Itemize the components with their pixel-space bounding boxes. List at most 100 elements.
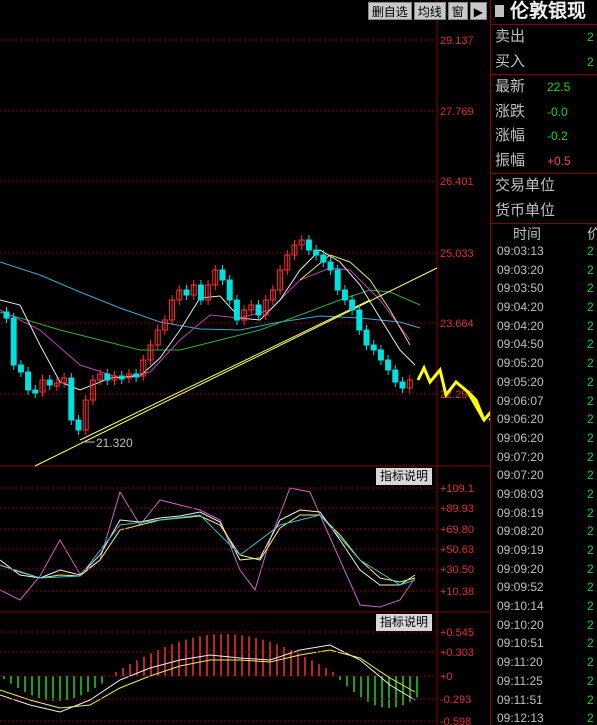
trade-time: 09:03:50 — [497, 281, 544, 296]
candle-body — [255, 304, 262, 316]
macd-histogram — [3, 634, 418, 708]
price-axis: 29.13727.76926.40125.03323.66422.296 — [440, 35, 474, 401]
trade-row[interactable]: 09:07:20 2 — [491, 450, 597, 469]
trade-time: 09:08:19 — [497, 505, 544, 520]
macd-tick: +0.545 — [440, 627, 474, 639]
trade-row[interactable]: 09:11:51 2 — [491, 693, 597, 712]
trade-price: 2 — [587, 281, 594, 296]
trade-price: 2 — [587, 486, 594, 501]
trade-price: 2 — [587, 580, 594, 595]
trade-time: 09:11:20 — [497, 655, 543, 670]
price-tick: 26.401 — [440, 176, 474, 188]
trade-price: 2 — [587, 393, 594, 408]
moving-average-button[interactable]: 均线 — [413, 2, 446, 20]
trade-price: 2 — [587, 561, 594, 576]
trade-row[interactable]: 09:08:19 2 — [491, 506, 597, 525]
trade-row[interactable]: 09:11:25 2 — [491, 674, 597, 693]
trade-price: 2 — [587, 300, 594, 315]
candle-body — [17, 364, 24, 373]
candle-body — [133, 373, 140, 378]
trade-time: 09:10:20 — [497, 617, 544, 632]
trade-price: 2 — [587, 244, 594, 258]
macd-line-white — [0, 644, 416, 713]
trade-price: 2 — [587, 692, 594, 707]
trade-row[interactable]: 09:12:13 2 — [491, 711, 597, 725]
trade-time: 09:04:20 — [497, 318, 544, 333]
trade-price: 2 — [587, 356, 594, 371]
kdj-tick: +10.38 — [440, 586, 474, 598]
trade-row[interactable]: 09:06:07 2 — [491, 394, 597, 413]
indicator-help-button-1[interactable]: 指标说明 — [376, 468, 432, 485]
kdj-line-white — [0, 509, 416, 586]
quote-panel: 伦敦银现 卖出 2 买入 2 最新 22.5 涨跌 -0.0 涨幅 -0.2 振幅 +0.5… — [490, 0, 597, 725]
candle-body — [233, 299, 240, 321]
trade-row[interactable]: 09:05:20 2 — [491, 375, 597, 394]
indicator-help-button-2[interactable]: 指标说明 — [376, 614, 432, 631]
macd-tick: -0.598 — [440, 716, 471, 725]
trade-row[interactable]: 09:06:20 2 — [491, 431, 597, 450]
window-button[interactable]: 窗 — [447, 2, 468, 20]
candle-body — [327, 261, 334, 271]
kdj-line-cyan — [0, 514, 416, 586]
trade-price: 2 — [587, 262, 594, 277]
trade-time: 09:05:20 — [497, 374, 544, 389]
right-arrow-icon[interactable]: ▶ — [469, 2, 487, 20]
trade-row[interactable]: 09:06:20 2 — [491, 412, 597, 431]
candle-body — [385, 359, 392, 371]
trade-row[interactable]: 09:03:13 2 — [491, 244, 597, 263]
trades-list[interactable]: 09:03:13 2 09:03:20 2 09:03:50 2 09:04:20 2 09:0… — [491, 244, 597, 725]
trade-row[interactable]: 09:09:19 2 — [491, 543, 597, 562]
trade-row[interactable]: 09:03:50 2 — [491, 281, 597, 300]
trade-row[interactable]: 09:10:20 2 — [491, 618, 597, 637]
trade-time: 09:04:20 — [497, 300, 544, 315]
trade-row[interactable]: 09:03:20 2 — [491, 263, 597, 282]
trade-time: 09:06:07 — [497, 393, 544, 408]
trade-row[interactable]: 09:04:50 2 — [491, 337, 597, 356]
trade-time: 09:05:20 — [497, 356, 544, 371]
trade-price: 2 — [587, 374, 594, 389]
trade-row[interactable]: 09:04:20 2 — [491, 300, 597, 319]
chart-toolbar: 删自选 均线 窗 ▶ — [367, 2, 487, 20]
trade-row[interactable]: 09:10:14 2 — [491, 599, 597, 618]
low-marker-label: 21.320 — [96, 436, 133, 450]
candle-body — [226, 279, 233, 301]
trade-time: 09:03:20 — [497, 262, 544, 277]
trade-row[interactable]: 09:08:20 2 — [491, 524, 597, 543]
trade-time: 09:07:20 — [497, 449, 544, 464]
kdj-tick: +89.93 — [440, 503, 474, 515]
kdj-tick: +109.1 — [440, 483, 474, 495]
candle-body — [399, 381, 406, 389]
trade-price: 2 — [587, 543, 594, 557]
candle-body — [392, 369, 399, 383]
candle-body — [219, 269, 226, 281]
pct-row: 涨幅 -0.2 — [495, 127, 568, 144]
trade-time: 09:11:51 — [497, 692, 543, 707]
trade-row[interactable]: 09:07:20 2 — [491, 468, 597, 487]
trade-time: 09:03:13 — [497, 244, 544, 258]
macd-tick: +0 — [440, 671, 453, 683]
trade-row[interactable]: 09:05:20 2 — [491, 356, 597, 375]
trade-price: 2 — [587, 412, 594, 427]
candle-body — [363, 329, 370, 346]
delete-watchlist-button[interactable]: 删自选 — [367, 2, 412, 20]
trade-row[interactable]: 09:11:20 2 — [491, 655, 597, 674]
trade-row[interactable]: 09:10:51 2 — [491, 636, 597, 655]
currency-row: 货币单位 — [491, 199, 597, 224]
trade-price: 2 — [587, 711, 594, 725]
trade-row[interactable]: 09:09:20 2 — [491, 562, 597, 581]
instrument-marker — [495, 5, 504, 17]
unit-row: 交易单位 — [495, 177, 556, 194]
trade-price: 2 — [587, 430, 594, 445]
candle-body — [370, 344, 377, 351]
trade-price: 2 — [587, 337, 594, 352]
trade-time: 09:09:19 — [497, 543, 544, 557]
trade-row[interactable]: 09:08:03 2 — [491, 487, 597, 506]
trade-price: 2 — [587, 318, 594, 333]
trade-time: 09:08:03 — [497, 486, 544, 501]
ma-line-white — [0, 249, 416, 391]
trade-row[interactable]: 09:04:20 2 — [491, 319, 597, 338]
trade-row[interactable]: 09:09:52 2 — [491, 580, 597, 599]
price-tick: 29.137 — [440, 35, 474, 47]
macd-tick: +0.303 — [440, 647, 474, 659]
candle-body — [377, 349, 384, 361]
